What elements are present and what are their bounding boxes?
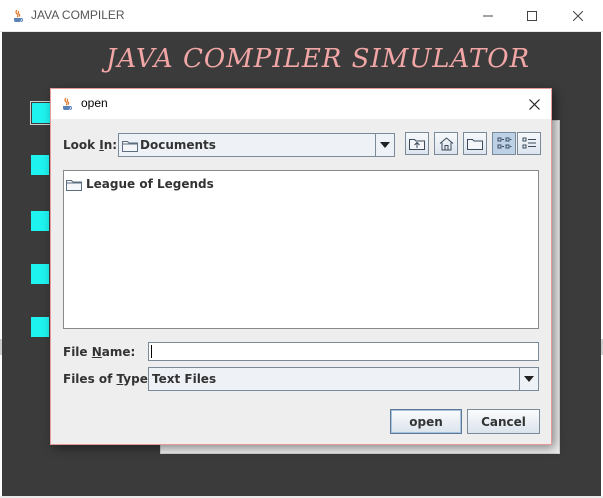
details-view-icon — [522, 137, 536, 149]
files-of-type-dropdown-button[interactable] — [519, 368, 538, 390]
chevron-down-icon — [524, 376, 534, 382]
java-coffee-icon — [63, 97, 72, 110]
home-icon — [439, 136, 453, 150]
file-name-label-mnemonic: N — [91, 345, 102, 359]
up-one-level-button[interactable] — [405, 132, 429, 155]
files-of-type-label-prefix: Files of — [63, 372, 117, 386]
maximize-icon — [527, 11, 537, 21]
file-list-item[interactable]: League of Legends — [66, 176, 214, 192]
dialog-title: open — [81, 96, 108, 110]
text-caret — [151, 345, 152, 358]
look-in-combobox[interactable]: Documents — [118, 133, 395, 157]
app-banner-title: JAVA COMPILER SIMULATOR — [106, 44, 531, 74]
minimize-icon — [483, 15, 493, 17]
close-icon — [528, 98, 540, 110]
file-name-input[interactable] — [148, 342, 539, 361]
chevron-down-icon — [380, 142, 390, 148]
look-in-label: Look In: — [63, 138, 117, 152]
file-name-label: File Name: — [63, 345, 135, 359]
cyan-action-button-5[interactable] — [31, 317, 49, 337]
look-in-dropdown-button[interactable] — [375, 134, 394, 156]
files-of-type-label: Files of Type: — [63, 372, 153, 386]
file-list[interactable]: League of Legends — [63, 170, 539, 329]
dialog-titlebar[interactable]: open — [51, 89, 551, 119]
folder-icon — [66, 179, 82, 191]
new-folder-icon — [467, 139, 483, 150]
file-name-label-suffix: ame: — [101, 345, 136, 359]
home-button[interactable] — [434, 132, 458, 155]
list-view-button[interactable] — [492, 132, 516, 155]
cancel-button[interactable]: Cancel — [467, 409, 540, 434]
main-window-title: JAVA COMPILER — [31, 8, 125, 22]
open-file-dialog: open Look In: Documents League of Legend… — [50, 88, 552, 445]
folder-icon — [122, 141, 138, 152]
up-one-level-icon — [409, 139, 425, 150]
look-in-label-prefix: Look — [63, 138, 100, 152]
open-button[interactable]: open — [390, 409, 462, 434]
look-in-label-suffix: n: — [103, 138, 118, 152]
cyan-action-button-2[interactable] — [31, 155, 49, 175]
details-view-button[interactable] — [517, 132, 541, 155]
file-name-label-prefix: File — [63, 345, 92, 359]
files-of-type-combobox[interactable]: Text Files — [148, 367, 539, 391]
list-view-icon — [497, 137, 511, 149]
files-of-type-value: Text Files — [152, 372, 217, 386]
cyan-action-button-3[interactable] — [31, 211, 49, 231]
new-folder-button[interactable] — [463, 132, 487, 155]
close-icon — [573, 11, 583, 21]
minimize-button[interactable] — [465, 0, 511, 32]
main-window-titlebar[interactable]: JAVA COMPILER — [0, 0, 603, 32]
maximize-button[interactable] — [509, 0, 555, 32]
left-edge-marker — [0, 339, 2, 355]
file-list-item-label: League of Legends — [86, 177, 214, 191]
dialog-close-button[interactable] — [523, 93, 545, 115]
java-coffee-icon — [14, 9, 23, 22]
cyan-action-button-4[interactable] — [31, 264, 49, 284]
look-in-value: Documents — [140, 138, 216, 152]
close-button[interactable] — [555, 0, 601, 32]
cyan-action-button-1[interactable] — [30, 101, 52, 125]
